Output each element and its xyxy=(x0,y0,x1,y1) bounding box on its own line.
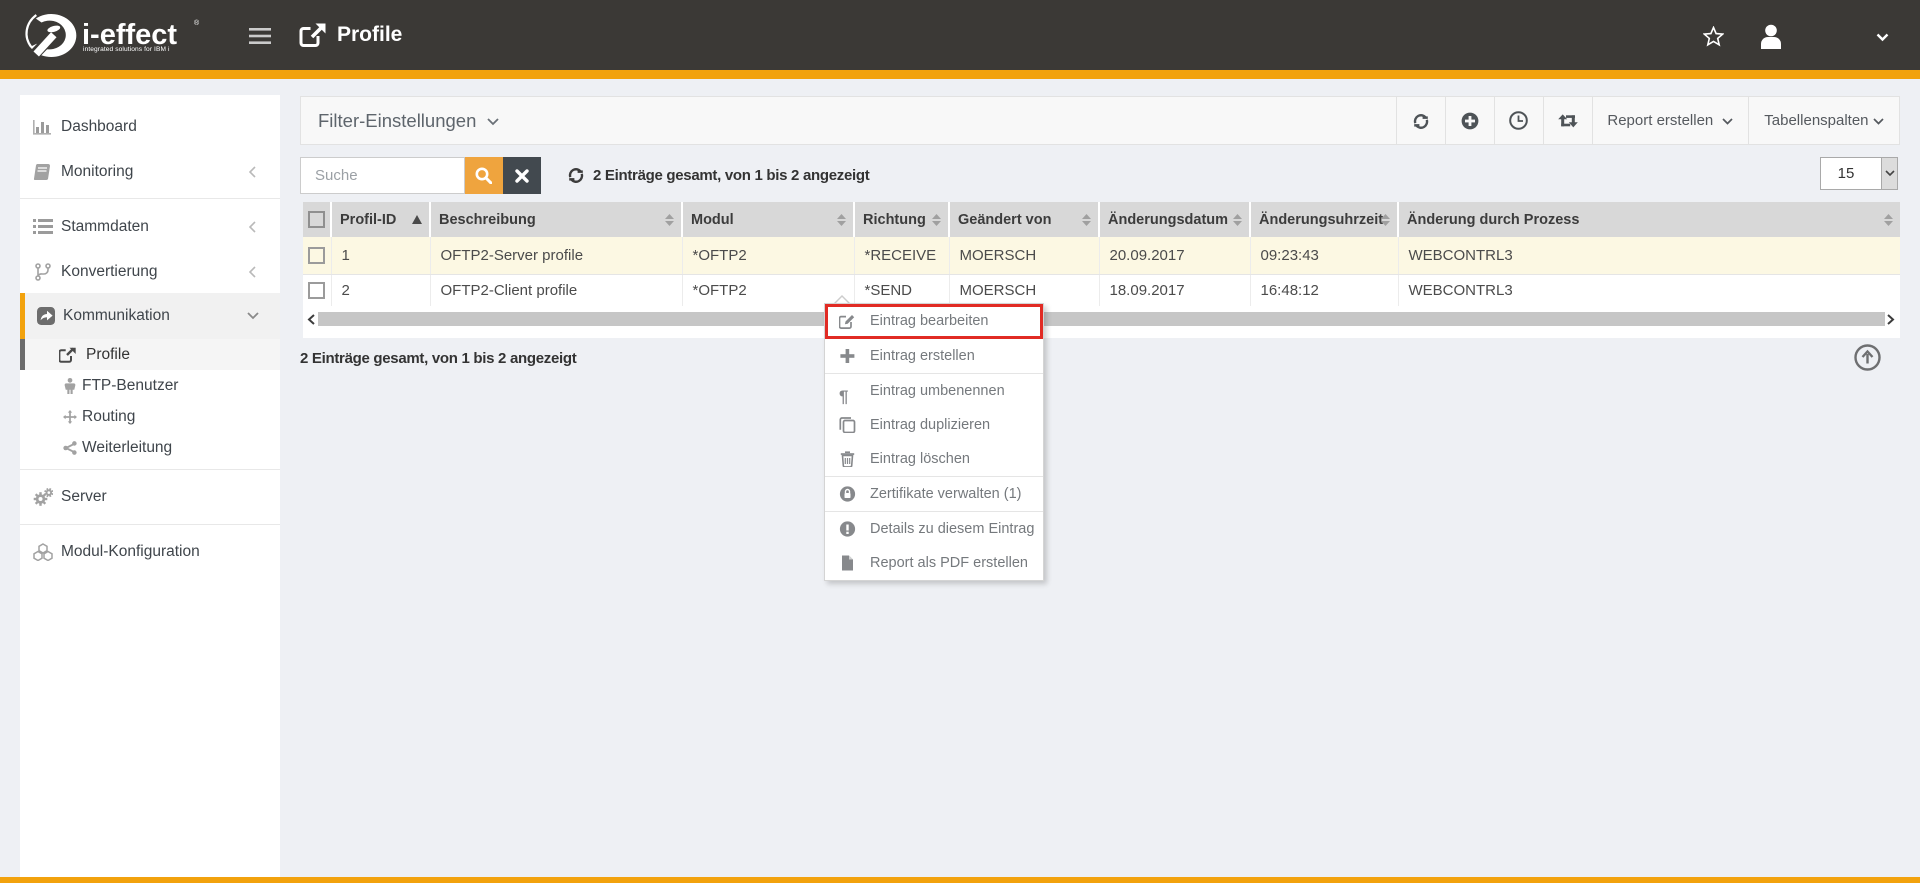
svg-text:integrated solutions for IBM i: integrated solutions for IBM i xyxy=(83,46,170,53)
svg-text:®: ® xyxy=(194,19,200,27)
